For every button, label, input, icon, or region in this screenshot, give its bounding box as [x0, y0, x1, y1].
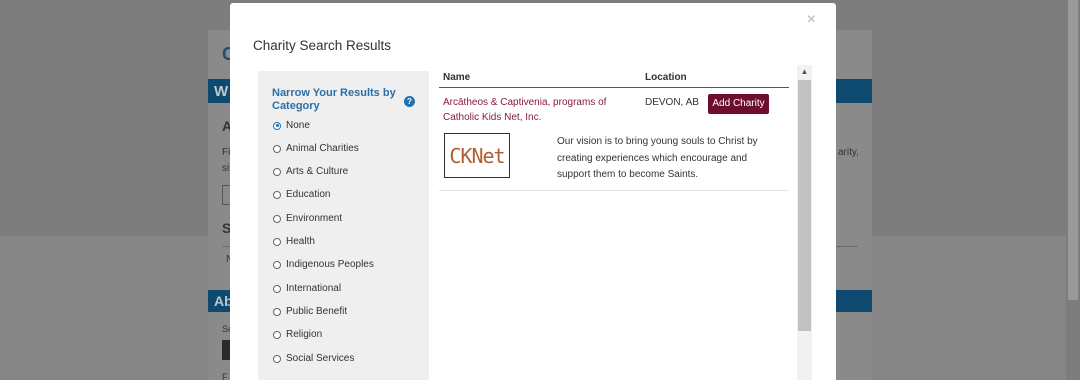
category-option-indigenous-peoples[interactable]: Indigenous Peoples [273, 259, 374, 270]
add-charity-button[interactable]: Add Charity [708, 94, 769, 114]
category-option-arts-culture[interactable]: Arts & Culture [273, 166, 348, 177]
category-option-animal-charities[interactable]: Animal Charities [273, 143, 359, 154]
category-option-label: Arts & Culture [286, 166, 349, 177]
category-filter-panel: Narrow Your Results by Category ? None A… [258, 71, 429, 380]
category-option-label: Social Services [286, 353, 355, 364]
category-option-education[interactable]: Education [273, 189, 330, 200]
charity-logo: CKNet [444, 133, 510, 178]
radio-button[interactable] [273, 167, 281, 176]
radio-button[interactable] [273, 284, 281, 293]
category-option-social-services[interactable]: Social Services [273, 353, 354, 364]
radio-button[interactable] [273, 237, 281, 246]
category-option-label: Religion [286, 329, 323, 340]
category-option-label: Animal Charities [286, 143, 359, 154]
category-option-religion[interactable]: Religion [273, 329, 322, 340]
radio-button[interactable] [273, 144, 281, 153]
radio-button[interactable] [273, 330, 281, 339]
background-section-bar-text: W [214, 83, 229, 100]
radio-button[interactable] [273, 260, 281, 269]
category-option-label: Education [286, 189, 331, 200]
close-icon[interactable]: × [807, 11, 816, 29]
category-option-label: None [286, 120, 310, 131]
results-table: Name Location Arcātheos & Captivenia, pr… [439, 67, 789, 380]
modal-title: Charity Search Results [253, 38, 392, 53]
help-icon[interactable]: ? [404, 96, 415, 107]
category-option-label: Environment [286, 213, 343, 224]
charity-location: DEVON, AB [645, 97, 699, 108]
scrollbar-thumb[interactable] [798, 80, 811, 331]
row-divider [439, 190, 789, 191]
charity-description: Our vision is to bring young souls to Ch… [557, 136, 758, 180]
category-option-none[interactable]: None [273, 120, 310, 131]
header-divider [439, 87, 789, 88]
category-option-public-benefit[interactable]: Public Benefit [273, 306, 347, 317]
category-option-health[interactable]: Health [273, 236, 315, 247]
category-option-label: Health [286, 236, 315, 247]
category-option-international[interactable]: International [273, 283, 341, 294]
radio-button[interactable] [273, 307, 281, 316]
charity-name-link[interactable]: Arcātheos & Captivenia, programs of Cath… [443, 95, 639, 125]
page-scrollbar-thumb [1068, 0, 1078, 300]
column-header-name: Name [443, 72, 471, 83]
category-option-label: International [286, 283, 342, 294]
radio-button[interactable] [273, 121, 281, 130]
charity-search-modal: × Charity Search Results Narrow Your Res… [230, 3, 836, 380]
background-paragraph-line: si [222, 163, 230, 174]
filter-heading: Narrow Your Results by Category [272, 87, 396, 112]
category-option-label: Indigenous Peoples [286, 259, 374, 270]
results-scrollbar[interactable]: ▲ [797, 65, 812, 380]
radio-button[interactable] [273, 214, 281, 223]
category-option-label: Public Benefit [286, 306, 348, 317]
background-label: F [222, 372, 228, 380]
background-paragraph-line: arity, [838, 147, 859, 158]
radio-button[interactable] [273, 354, 281, 363]
charity-logo-text: CKNet [449, 143, 505, 168]
column-header-location: Location [645, 72, 687, 83]
category-option-environment[interactable]: Environment [273, 213, 342, 224]
radio-button[interactable] [273, 190, 281, 199]
scroll-up-icon[interactable]: ▲ [797, 65, 812, 79]
